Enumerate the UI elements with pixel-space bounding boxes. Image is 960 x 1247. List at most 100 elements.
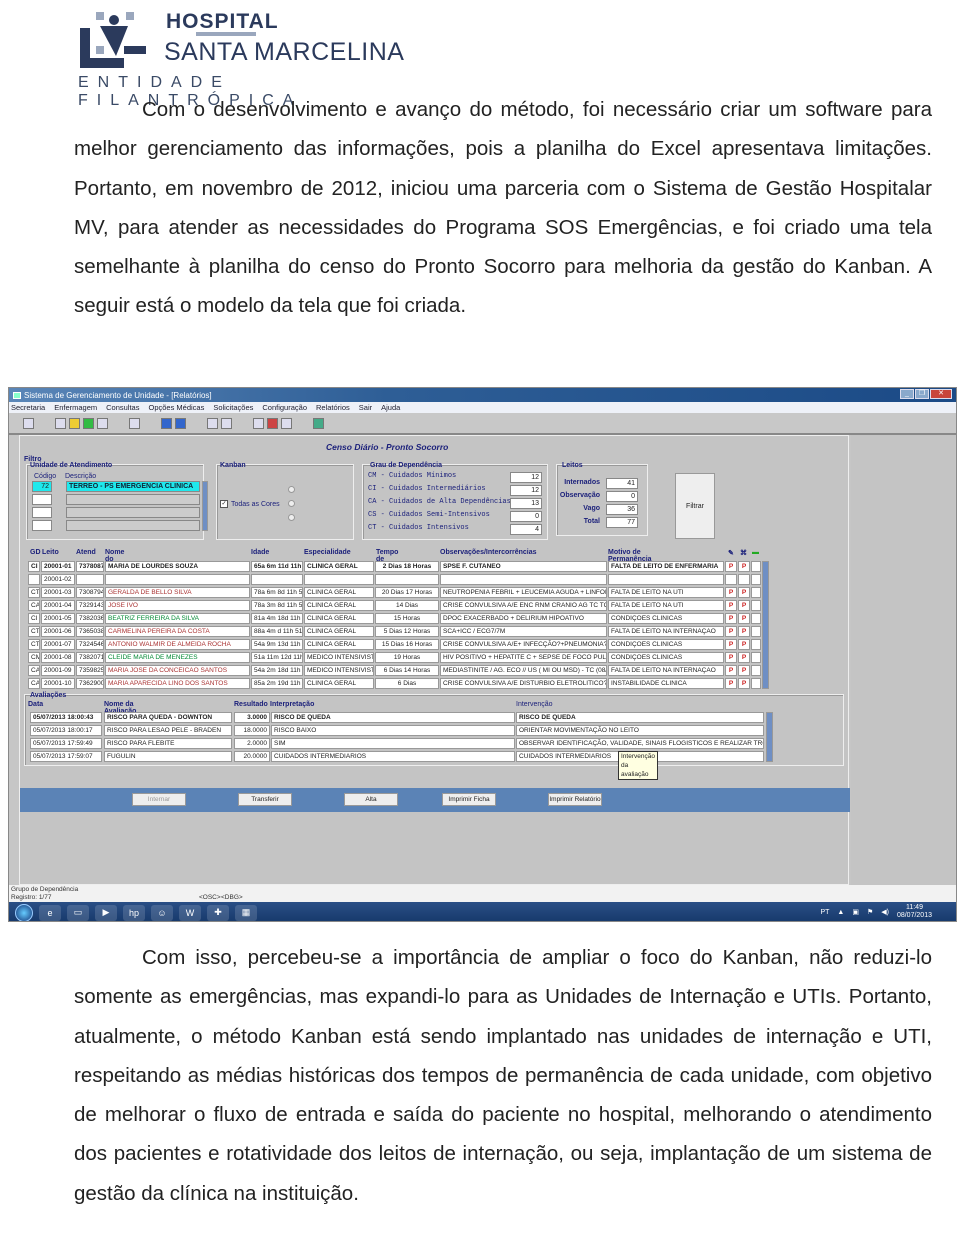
row-checkbox[interactable] [751, 613, 761, 624]
alta-button[interactable]: Alta [344, 793, 398, 806]
nome-cell[interactable]: MARIA APARECIDA LINO DOS SANTOS [105, 678, 250, 689]
leito-cell[interactable]: 20001-02 [41, 574, 75, 585]
clock[interactable]: 11:49 08/07/2013 [897, 904, 932, 920]
p-flag-1[interactable]: P [725, 587, 737, 598]
leito-cell[interactable]: 20001-09 [41, 665, 75, 676]
menu-secretaria[interactable]: Secretaria [11, 403, 45, 412]
nome-cell[interactable]: CARMELINA PEREIRA DA COSTA [105, 626, 250, 637]
p-flag-2[interactable]: P [738, 639, 750, 650]
atend-cell[interactable]: 7365038 [76, 626, 104, 637]
motivo-cell[interactable]: FALTA DE LEITO NA UTI [608, 600, 724, 611]
folder-icon[interactable]: ▭ [67, 904, 89, 921]
next-icon[interactable] [221, 417, 232, 429]
atend-cell[interactable] [76, 574, 104, 585]
aval-data-cell[interactable]: 05/07/2013 18:00:17 [30, 725, 102, 736]
observacoes-cell[interactable]: SCA+ICC / ECG7/7M [440, 626, 607, 637]
hp-icon[interactable]: hp [123, 904, 145, 921]
idade-cell[interactable]: 81a 4m 18d 11h 5 [251, 613, 303, 624]
menu-enfermagem[interactable]: Enfermagem [54, 403, 97, 412]
atend-cell[interactable]: 7362900 [76, 678, 104, 689]
especialidade-cell[interactable]: CLINICA GERAL [304, 613, 374, 624]
especialidade-cell[interactable]: CLINICA GERAL [304, 587, 374, 598]
p-flag-1[interactable]: P [725, 665, 737, 676]
p-flag-2[interactable]: P [738, 613, 750, 624]
especialidade-cell[interactable] [304, 574, 374, 585]
leito-cell[interactable]: 20001-10 [41, 678, 75, 689]
gd-cell[interactable]: CI [28, 561, 40, 572]
observacoes-cell[interactable]: CRISE CONVULSIVA A/E DISTURBIO ELETROLIT… [440, 678, 607, 689]
nome-cell[interactable]: GERALDA DE BELLO SILVA [105, 587, 250, 598]
atend-cell[interactable]: 7378087 [76, 561, 104, 572]
descricao-input-4[interactable] [66, 520, 200, 531]
idade-cell[interactable]: 78a 6m 8d 11h 51 [251, 587, 303, 598]
tempo-cell[interactable]: 19 Horas [375, 652, 439, 663]
language-indicator[interactable]: PT [820, 909, 829, 916]
nome-cell[interactable]: MARIA DE LOURDES SOUZA [105, 561, 250, 572]
gd-cell[interactable]: CI [28, 613, 40, 624]
row-checkbox[interactable] [751, 561, 761, 572]
restore-icon[interactable]: ❐ [915, 389, 929, 399]
tempo-cell[interactable]: 15 Horas [375, 613, 439, 624]
aval-data-cell[interactable]: 05/07/2013 17:59:07 [30, 751, 102, 762]
leito-cell[interactable]: 20001-03 [41, 587, 75, 598]
p-flag-2[interactable]: P [738, 561, 750, 572]
aval-resultado-cell[interactable]: 20.0000 [234, 751, 270, 762]
leito-cell[interactable]: 20001-06 [41, 626, 75, 637]
aval-interpretacao-cell[interactable]: SIM [271, 738, 515, 749]
leito-cell[interactable]: 20001-07 [41, 639, 75, 650]
atend-cell[interactable]: 7329143 [76, 600, 104, 611]
minimize-icon[interactable]: _ [900, 389, 914, 399]
aval-interpretacao-cell[interactable]: RISCO BAIXO [271, 725, 515, 736]
observacoes-cell[interactable]: HIV POSITIVO + HEPATITE C + SEPSE DE FOC… [440, 652, 607, 663]
p-flag-2[interactable]: P [738, 600, 750, 611]
gd-cell[interactable]: CA [28, 600, 40, 611]
unidade-scrollbar[interactable] [202, 481, 208, 531]
especialidade-cell[interactable]: MEDICO INTENSIVISTA [304, 652, 374, 663]
aval-interpretacao-cell[interactable]: RISCO DE QUEDA [271, 712, 515, 723]
motivo-cell[interactable]: FALTA DE LEITO NA INTERNAÇAO [608, 626, 724, 637]
menu-sair[interactable]: Sair [359, 403, 372, 412]
idade-cell[interactable] [251, 574, 303, 585]
p-flag-1[interactable]: P [725, 626, 737, 637]
menu-solicitacoes[interactable]: Solicitações [213, 403, 253, 412]
tempo-cell[interactable]: 15 Dias 16 Horas [375, 639, 439, 650]
gd-cell[interactable]: CA [28, 665, 40, 676]
aval-nome-cell[interactable]: FUGULIN [104, 751, 232, 762]
gd-cell[interactable]: CT [28, 587, 40, 598]
codigo-input-3[interactable] [32, 507, 52, 518]
menu-relatorios[interactable]: Relatórios [316, 403, 350, 412]
imprimir-ficha-button[interactable]: Imprimir Ficha [442, 793, 496, 806]
help-icon[interactable] [281, 417, 292, 429]
atend-cell[interactable]: 7324546 [76, 639, 104, 650]
p-flag-2[interactable] [738, 574, 750, 585]
p-flag-2[interactable]: P [738, 626, 750, 637]
p-flag-2[interactable]: P [738, 587, 750, 598]
menu-configuracao[interactable]: Configuração [262, 403, 307, 412]
motivo-cell[interactable]: INSTABILIDADE CLINICA [608, 678, 724, 689]
observacoes-cell[interactable]: DPOC EXACERBADO + DELIRIUM HIPOATIVO [440, 613, 607, 624]
patient-search-icon[interactable] [23, 417, 34, 429]
leito-cell[interactable]: 20001-01 [41, 561, 75, 572]
atend-cell[interactable]: 7382036 [76, 613, 104, 624]
tempo-cell[interactable]: 6 Dias [375, 678, 439, 689]
observacoes-cell[interactable]: NEUTROPENIA FEBRIL + LEUCEMIA AGUDA + LI… [440, 587, 607, 598]
p-flag-1[interactable]: P [725, 613, 737, 624]
kanban-radio-3[interactable] [288, 514, 295, 521]
motivo-cell[interactable]: FALTA DE LEITO NA INTERNAÇAO [608, 665, 724, 676]
idade-cell[interactable]: 65a 6m 11d 11h [251, 561, 303, 572]
gd-cell[interactable] [28, 574, 40, 585]
start-button-icon[interactable] [15, 903, 33, 921]
edit-icon[interactable] [55, 417, 66, 429]
p-flag-1[interactable]: P [725, 600, 737, 611]
motivo-cell[interactable]: FALTA DE LEITO NA UTI [608, 587, 724, 598]
aval-nome-cell[interactable]: RISCO PARA QUEDA - DOWNTON [104, 712, 232, 723]
aval-data-cell[interactable]: 05/07/2013 17:59:49 [30, 738, 102, 749]
kanban-radio-1[interactable] [288, 486, 295, 493]
arrow-down-icon[interactable] [175, 417, 186, 429]
row-checkbox[interactable] [751, 574, 761, 585]
p-flag-1[interactable]: P [725, 678, 737, 689]
nome-cell[interactable]: BEATRIZ FERREIRA DA SILVA [105, 613, 250, 624]
tempo-cell[interactable] [375, 574, 439, 585]
p-flag-2[interactable]: P [738, 652, 750, 663]
aval-resultado-cell[interactable]: 3.0000 [234, 712, 270, 723]
